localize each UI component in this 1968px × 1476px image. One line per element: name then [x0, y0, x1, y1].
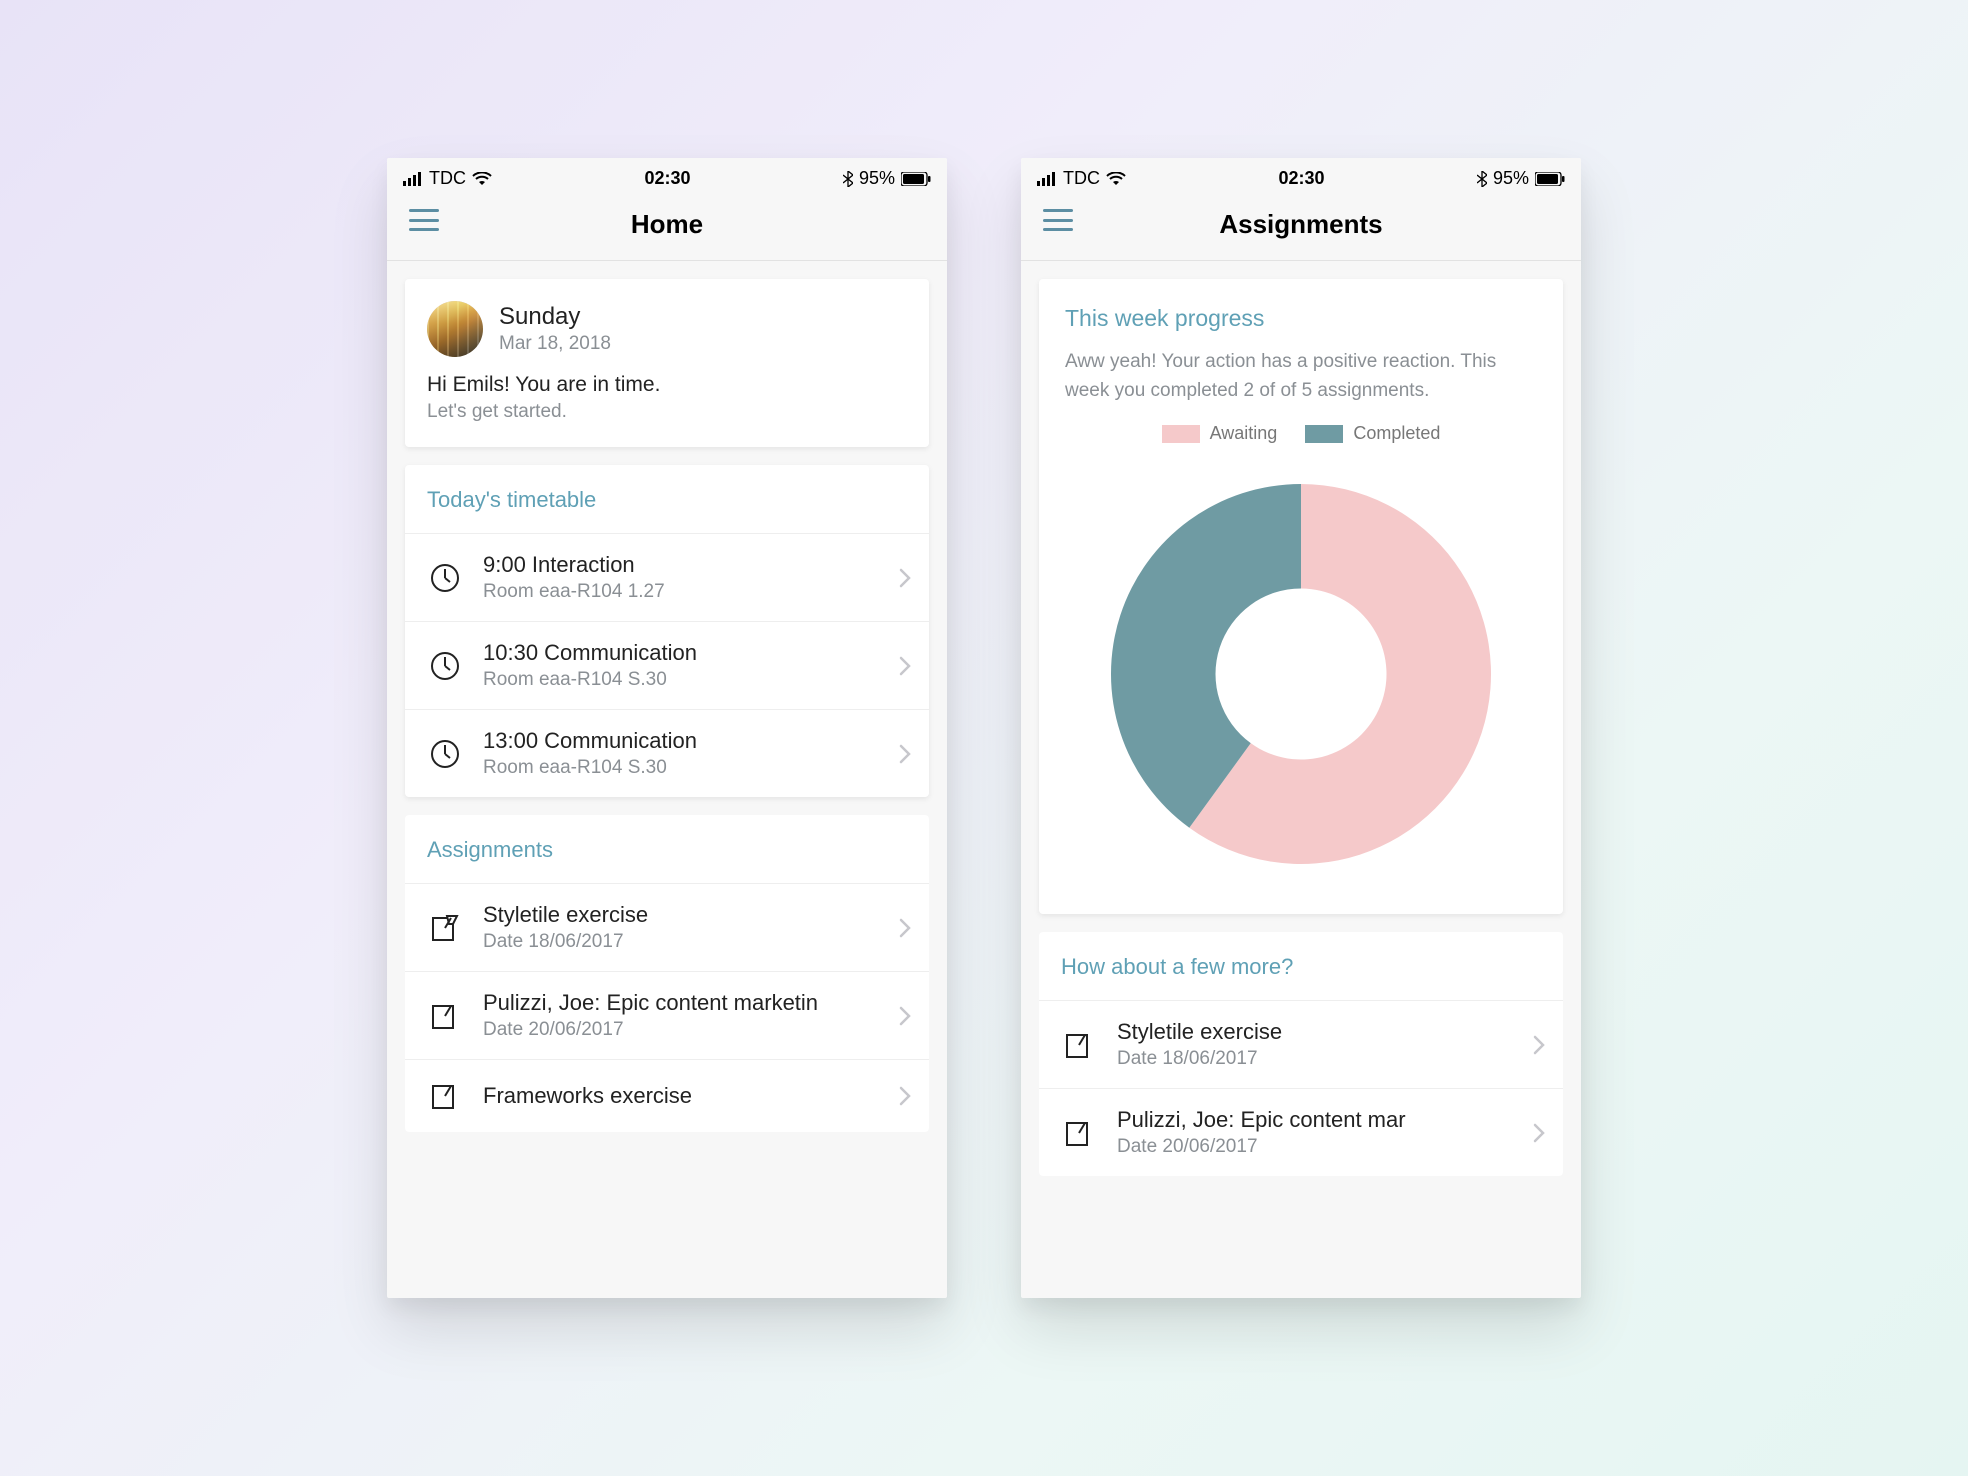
clock-label: 02:30 [1278, 168, 1324, 189]
legend-swatch-completed [1305, 425, 1343, 443]
timetable-item[interactable]: 9:00 Interaction Room eaa-R104 1.27 [405, 534, 929, 622]
assignment-item[interactable]: Pulizzi, Joe: Epic content marketin Date… [405, 972, 929, 1060]
bluetooth-icon [1477, 171, 1487, 187]
item-sub: Date 20/06/2017 [483, 1019, 897, 1041]
clock-icon [427, 560, 463, 596]
more-assignments-card: How about a few more? Styletile exercise… [1039, 932, 1563, 1176]
chart-legend: Awaiting Completed [1065, 423, 1537, 444]
progress-text: Aww yeah! Your action has a positive rea… [1065, 348, 1537, 405]
item-title: Pulizzi, Joe: Epic content marketin [483, 990, 897, 1016]
nav-title: Home [631, 209, 703, 240]
item-sub: Date 18/06/2017 [1117, 1048, 1531, 1070]
signal-icon [403, 172, 423, 186]
clock-icon [427, 736, 463, 772]
donut-chart [1065, 464, 1537, 884]
note-icon [427, 998, 463, 1034]
chevron-right-icon [897, 740, 913, 768]
menu-button[interactable] [409, 209, 439, 231]
item-sub: Room eaa-R104 S.30 [483, 669, 897, 691]
timetable-item[interactable]: 13:00 Communication Room eaa-R104 S.30 [405, 710, 929, 797]
chevron-right-icon [897, 652, 913, 680]
assignment-item[interactable]: Styletile exercise Date 18/06/2017 [405, 884, 929, 972]
assignments-heading: Assignments [405, 815, 929, 884]
greeting-card: Sunday Mar 18, 2018 Hi Emils! You are in… [405, 279, 929, 447]
legend-label-completed: Completed [1353, 423, 1440, 444]
wifi-icon [1106, 172, 1126, 186]
nav-bar: Assignments [1021, 195, 1581, 261]
item-sub: Date 20/06/2017 [1117, 1136, 1531, 1158]
carrier-label: TDC [429, 168, 466, 189]
legend-awaiting: Awaiting [1162, 423, 1278, 444]
timetable-card: Today's timetable 9:00 Interaction Room … [405, 465, 929, 797]
item-sub: Date 18/06/2017 [483, 931, 897, 953]
battery-icon [901, 172, 931, 186]
battery-pct-label: 95% [859, 168, 895, 189]
greeting-date: Mar 18, 2018 [499, 333, 611, 355]
assignments-card: Assignments Styletile exercise Date 18/0… [405, 815, 929, 1132]
progress-heading: This week progress [1065, 305, 1537, 332]
signal-icon [1037, 172, 1057, 186]
item-sub: Room eaa-R104 1.27 [483, 581, 897, 603]
assignment-item[interactable]: Pulizzi, Joe: Epic content mar Date 20/0… [1039, 1089, 1563, 1176]
item-title: 13:00 Communication [483, 728, 897, 754]
chevron-right-icon [897, 1082, 913, 1110]
chevron-right-icon [897, 564, 913, 592]
item-title: Styletile exercise [1117, 1019, 1531, 1045]
item-title: Styletile exercise [483, 902, 897, 928]
status-bar: TDC 02:30 95% [1021, 158, 1581, 195]
greeting-subtext: Let's get started. [427, 401, 907, 423]
timetable-item[interactable]: 10:30 Communication Room eaa-R104 S.30 [405, 622, 929, 710]
note-icon [427, 1078, 463, 1114]
battery-pct-label: 95% [1493, 168, 1529, 189]
item-title: Frameworks exercise [483, 1083, 897, 1109]
timetable-heading: Today's timetable [405, 465, 929, 534]
status-bar: TDC 02:30 95% [387, 158, 947, 195]
item-title: 10:30 Communication [483, 640, 897, 666]
phone-home: TDC 02:30 95% Home Sunday Mar 18, [387, 158, 947, 1298]
chevron-right-icon [1531, 1031, 1547, 1059]
more-heading: How about a few more? [1039, 932, 1563, 1001]
avatar [427, 301, 483, 357]
progress-card: This week progress Aww yeah! Your action… [1039, 279, 1563, 914]
legend-swatch-awaiting [1162, 425, 1200, 443]
greeting-message: Hi Emils! You are in time. [427, 373, 907, 397]
nav-bar: Home [387, 195, 947, 261]
legend-completed: Completed [1305, 423, 1440, 444]
chevron-right-icon [897, 1002, 913, 1030]
item-title: Pulizzi, Joe: Epic content mar [1117, 1107, 1531, 1133]
greeting-day: Sunday [499, 303, 611, 331]
phone-assignments: TDC 02:30 95% Assignments This week prog… [1021, 158, 1581, 1298]
item-sub: Room eaa-R104 S.30 [483, 757, 897, 779]
note-icon [1061, 1027, 1097, 1063]
nav-title: Assignments [1219, 209, 1382, 240]
bluetooth-icon [843, 171, 853, 187]
menu-button[interactable] [1043, 209, 1073, 231]
carrier-label: TDC [1063, 168, 1100, 189]
note-icon [1061, 1115, 1097, 1151]
battery-icon [1535, 172, 1565, 186]
wifi-icon [472, 172, 492, 186]
assignment-item[interactable]: Frameworks exercise [405, 1060, 929, 1132]
legend-label-awaiting: Awaiting [1210, 423, 1278, 444]
chevron-right-icon [897, 914, 913, 942]
note-icon [427, 910, 463, 946]
clock-icon [427, 648, 463, 684]
assignment-item[interactable]: Styletile exercise Date 18/06/2017 [1039, 1001, 1563, 1089]
chevron-right-icon [1531, 1119, 1547, 1147]
clock-label: 02:30 [644, 168, 690, 189]
item-title: 9:00 Interaction [483, 552, 897, 578]
